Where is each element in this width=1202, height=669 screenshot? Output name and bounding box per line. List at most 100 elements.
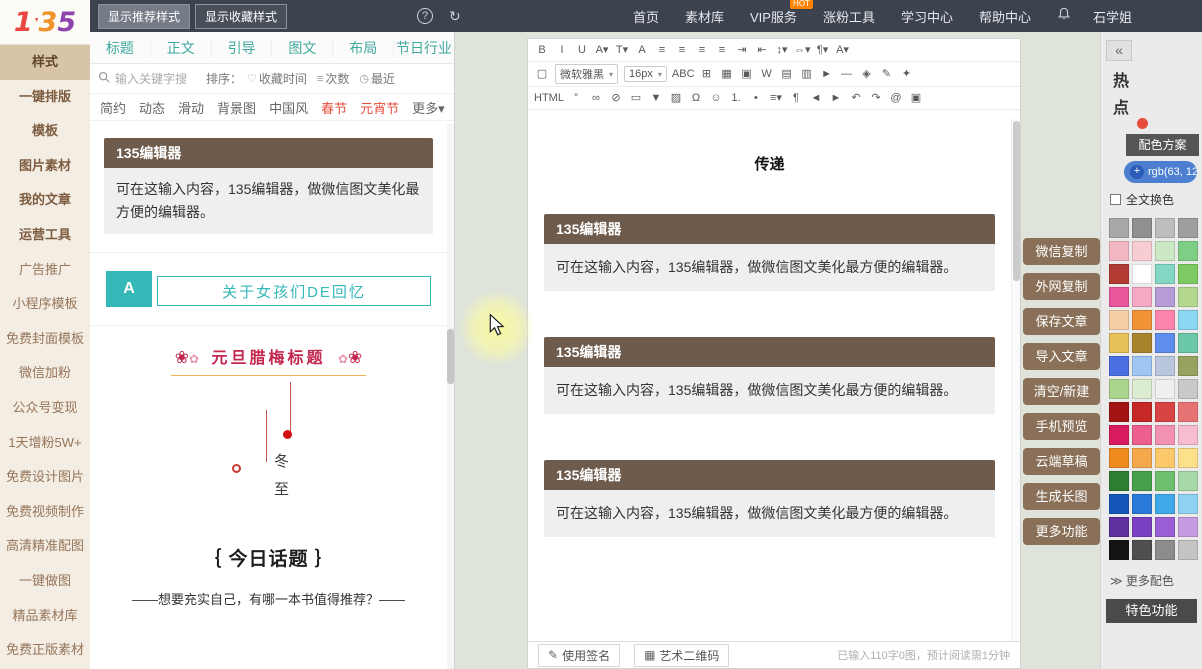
color-swatch[interactable] [1155, 356, 1175, 376]
format-painter-icon[interactable]: ✎ [878, 65, 896, 83]
special-char-icon[interactable]: Ω [687, 89, 705, 107]
sort-option[interactable]: ◷最近 [359, 70, 395, 87]
article-style-block[interactable]: 135编辑器 可在这输入内容，135编辑器，做微信图文美化最方便的编辑器。 [544, 337, 995, 414]
color-swatch[interactable] [1155, 241, 1175, 261]
align-center-icon[interactable]: ≡ [673, 41, 691, 59]
color-swatch[interactable] [1132, 264, 1152, 284]
color-swatch[interactable] [1178, 356, 1198, 376]
color-swatch[interactable] [1109, 333, 1129, 353]
filter-tag[interactable]: 简约 [100, 98, 126, 117]
sidebar-item[interactable]: 样式 [0, 45, 90, 80]
color-swatch[interactable] [1155, 517, 1175, 537]
nav-fan-tools[interactable]: 涨粉工具 [823, 7, 875, 26]
color-swatch[interactable] [1155, 218, 1175, 238]
align-right-icon[interactable]: ≡ [693, 41, 711, 59]
ltr-icon[interactable]: ► [827, 89, 845, 107]
bold-icon[interactable]: B [533, 41, 551, 59]
ordered-list-icon[interactable]: 1. [727, 89, 745, 107]
sidebar-item[interactable]: 公众号变现 [0, 391, 90, 426]
sidebar-item[interactable]: 免费视频制作 [0, 495, 90, 530]
table-icon[interactable]: ⊞ [698, 65, 716, 83]
app-logo[interactable]: 1❜35 [0, 0, 90, 45]
color-swatch[interactable] [1178, 425, 1198, 445]
color-swatch[interactable] [1178, 471, 1198, 491]
font-family-select[interactable]: 微软雅黑▾ [555, 64, 618, 84]
color-swatch[interactable] [1109, 241, 1129, 261]
action-button[interactable]: 微信复制 [1023, 238, 1100, 265]
styles-tab[interactable]: 节日行业 [394, 38, 454, 58]
editor-scrollbar[interactable] [1011, 119, 1020, 641]
line-height-icon[interactable]: ↕▾ [773, 41, 791, 59]
color-swatch[interactable] [1132, 471, 1152, 491]
letter-spacing-icon[interactable]: ⇔▾ [793, 41, 812, 59]
color-swatch[interactable] [1155, 333, 1175, 353]
anchor-icon[interactable]: ▼ [647, 89, 665, 107]
color-swatch[interactable] [1109, 287, 1129, 307]
styles-scrollbar[interactable] [447, 124, 454, 669]
color-swatch[interactable] [1178, 448, 1198, 468]
styles-tab[interactable]: 标题 [90, 38, 151, 58]
sidebar-item[interactable]: 免费封面模板 [0, 322, 90, 357]
change-all-text-color-row[interactable]: 全文换色 [1110, 191, 1199, 208]
eraser-icon[interactable]: ◈ [858, 65, 876, 83]
color-swatch[interactable] [1109, 471, 1129, 491]
font-color-icon[interactable]: A▾ [593, 41, 611, 59]
editor-content[interactable]: 传递 135编辑器 可在这输入内容，135编辑器，做微信图文美化最方便的编辑器。… [528, 119, 1011, 641]
sidebar-item[interactable]: 微信加粉 [0, 356, 90, 391]
nav-material-library[interactable]: 素材库 [685, 7, 724, 26]
list-style-icon[interactable]: ≡▾ [767, 89, 785, 107]
sidebar-item[interactable]: 免费设计图片 [0, 460, 90, 495]
indent-icon[interactable]: ⇥ [733, 41, 751, 59]
show-favorite-styles-button[interactable]: 显示收藏样式 [195, 4, 287, 29]
art-qrcode-button[interactable]: ▦艺术二维码 [634, 644, 729, 667]
emoji-icon[interactable]: ☺ [707, 89, 725, 107]
color-swatch[interactable] [1178, 402, 1198, 422]
color-swatch[interactable] [1155, 402, 1175, 422]
nav-vip-service[interactable]: VIP服务HOT [750, 7, 797, 26]
color-swatch[interactable] [1132, 517, 1152, 537]
filter-tag[interactable]: 春节 [321, 98, 347, 117]
divider-icon[interactable]: ▭ [627, 89, 645, 107]
change-all-checkbox[interactable] [1110, 194, 1121, 205]
custom-color-picker[interactable]: + rgb(63, 12 [1124, 161, 1197, 183]
undo-icon[interactable]: ↶ [847, 89, 865, 107]
color-swatch[interactable] [1109, 356, 1129, 376]
sort-option[interactable]: ♡收藏时间 [247, 70, 307, 87]
font-size-icon[interactable]: T▾ [613, 41, 631, 59]
rtl-icon[interactable]: ◄ [807, 89, 825, 107]
color-swatch[interactable] [1155, 448, 1175, 468]
color-swatch[interactable] [1109, 494, 1129, 514]
outdent-icon[interactable]: ⇤ [753, 41, 771, 59]
action-button[interactable]: 导入文章 [1023, 343, 1100, 370]
color-swatch[interactable] [1132, 310, 1152, 330]
color-swatch[interactable] [1155, 310, 1175, 330]
color-swatch[interactable] [1132, 333, 1152, 353]
special-features-button[interactable]: 特色功能 [1106, 599, 1197, 623]
color-swatch[interactable] [1109, 402, 1129, 422]
filter-tag[interactable]: 中国风 [269, 98, 308, 117]
color-swatch[interactable] [1155, 425, 1175, 445]
article-title[interactable]: 传递 [544, 153, 995, 174]
style-preview-plum-title[interactable]: ❀✿ 元旦腊梅标题 ✿❀ [104, 344, 433, 376]
color-swatch[interactable] [1178, 310, 1198, 330]
style-preview-topic[interactable]: ｛ 今日话题 ｝ ——想要充实自己，有哪一本书值得推荐？—— [104, 544, 433, 608]
color-swatch[interactable] [1109, 448, 1129, 468]
bg-color-icon[interactable]: A [633, 41, 651, 59]
collapse-panel-button[interactable]: « [1106, 40, 1132, 61]
new-doc-icon[interactable]: ▢ [533, 65, 551, 83]
color-swatch[interactable] [1155, 540, 1175, 560]
more-color-schemes-link[interactable]: ≫ 更多配色 [1110, 572, 1199, 589]
color-swatch[interactable] [1132, 356, 1152, 376]
color-swatch[interactable] [1132, 494, 1152, 514]
action-button[interactable]: 云端草稿 [1023, 448, 1100, 475]
nav-learning-center[interactable]: 学习中心 [901, 7, 953, 26]
color-swatch[interactable] [1178, 264, 1198, 284]
sidebar-item[interactable]: 运营工具 [0, 218, 90, 253]
color-swatch[interactable] [1178, 241, 1198, 261]
color-swatch[interactable] [1155, 379, 1175, 399]
editor-scrollbar-thumb[interactable] [1013, 121, 1020, 281]
video-icon[interactable]: ► [818, 65, 836, 83]
color-scheme-title[interactable]: 配色方案 [1126, 134, 1199, 156]
color-swatch[interactable] [1155, 471, 1175, 491]
word-import-icon[interactable]: W [758, 65, 776, 83]
